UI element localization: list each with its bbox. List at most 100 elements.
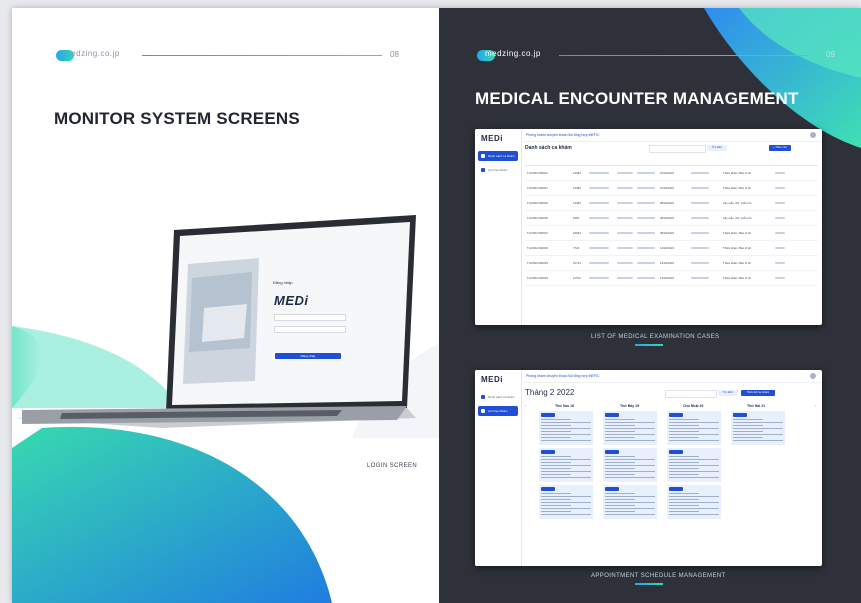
login-heading: Đăng nhập <box>273 280 293 285</box>
appointment-schedule-screenshot: MEDi Danh sách ca khám Lịch hẹn khám Phò… <box>475 370 822 566</box>
redacted-text <box>541 470 591 473</box>
appointment-card[interactable] <box>667 411 721 445</box>
login-button[interactable]: Đăng nhập <box>275 353 341 359</box>
redacted-text <box>541 504 571 507</box>
redacted-text <box>605 433 655 436</box>
sidebar-item-appointments[interactable]: Lịch hẹn khám <box>478 165 518 175</box>
prev-arrow-icon[interactable]: ‹ <box>525 403 526 408</box>
table-cell-code: 11794 <box>573 276 581 280</box>
table-cell-id: TH.0302.000024 <box>527 276 548 280</box>
redacted-text <box>605 455 635 458</box>
appointment-card[interactable] <box>539 484 593 519</box>
brochure-spread: medzing.co.jp 08 MONITOR SYSTEM SCREENS … <box>12 8 861 603</box>
redacted-text <box>541 492 571 495</box>
search-button[interactable]: Tìm kiếm <box>707 145 727 151</box>
add-case-button[interactable]: + Thêm mới <box>769 145 791 151</box>
redacted-text <box>733 433 783 436</box>
redacted-text <box>605 510 635 513</box>
appointment-card[interactable] <box>731 411 785 445</box>
table-row[interactable]: TH.0302.000031 13484 22/02/2022 Thăm khám: … <box>525 181 818 196</box>
list-icon <box>481 154 485 158</box>
table-cell-service: Thăm khám: Bác sĩ tới <box>723 261 752 265</box>
redacted-text <box>775 217 785 219</box>
sidebar-label: Danh sách ca khám <box>488 154 515 158</box>
table-row[interactable]: TH.0302.000020 1581 28/02/2022 Lấy mẫu, XN:… <box>525 211 818 226</box>
redacted-text <box>669 458 719 461</box>
redacted-text <box>589 202 609 204</box>
table-cell-date: 14/02/2022 <box>660 261 674 265</box>
redacted-text <box>605 473 635 476</box>
app-logo: MEDi <box>481 375 503 384</box>
appointment-card[interactable] <box>667 484 721 519</box>
status-badge <box>605 449 619 454</box>
appointment-card[interactable] <box>603 411 657 445</box>
sidebar-item-cases[interactable]: Danh sách ca khám <box>478 151 518 161</box>
sidebar-item-cases[interactable]: Danh sách ca khám <box>478 392 518 402</box>
table-cell-id: TH.0302.000031 <box>527 186 548 190</box>
username-field[interactable] <box>274 314 346 321</box>
redacted-text <box>589 247 609 249</box>
table-row[interactable]: TH.0302.000023 10724 14/02/2022 Thăm khám: … <box>525 256 818 271</box>
clinic-bar: Phòng khám chuyên khoa Nội tổng hợp MEFI… <box>521 129 822 142</box>
table-row[interactable]: TH.0302.000031 13484 22/02/2022 Thăm khám: … <box>525 166 818 181</box>
table-row[interactable]: TH.0302.000024 11794 14/02/2022 Thăm khám: … <box>525 271 818 286</box>
table-cell-date: 28/02/2022 <box>660 231 674 235</box>
redacted-text <box>691 187 709 189</box>
appointment-card[interactable] <box>667 447 721 482</box>
redacted-text <box>669 492 699 495</box>
redacted-text <box>669 504 699 507</box>
redacted-text <box>605 492 635 495</box>
redacted-text <box>691 172 709 174</box>
avatar[interactable] <box>810 132 816 138</box>
redacted-text <box>669 436 699 439</box>
status-badge <box>733 413 747 417</box>
login-logo: MEDi <box>274 293 309 308</box>
redacted-text <box>541 458 591 461</box>
table-cell-id: TH.0302.000020 <box>527 216 548 220</box>
avatar[interactable] <box>810 373 816 379</box>
sidebar-label: Danh sách ca khám <box>488 395 515 399</box>
redacted-text <box>637 202 655 204</box>
redacted-text <box>605 470 655 473</box>
day-column <box>539 411 593 522</box>
day-column <box>667 411 721 522</box>
list-icon <box>481 395 485 399</box>
table-row[interactable]: TH.0302.000026 7724 14/02/2022 Thăm khám: B… <box>525 241 818 256</box>
table-cell-id: TH.0302.000026 <box>527 246 548 250</box>
redacted-text <box>605 501 655 504</box>
add-appointment-button[interactable]: Thêm lịch hẹn khám <box>741 390 775 396</box>
password-field[interactable] <box>274 326 346 333</box>
day-column <box>731 411 785 448</box>
redacted-text <box>541 455 571 458</box>
search-button[interactable]: Tìm kiếm <box>718 390 738 396</box>
clinic-bar: Phòng khám chuyên khoa Nội tổng hợp MEFI… <box>521 370 822 383</box>
redacted-text <box>617 262 633 264</box>
left-page: medzing.co.jp 08 MONITOR SYSTEM SCREENS … <box>12 8 439 603</box>
redacted-text <box>775 277 785 279</box>
appointment-card[interactable] <box>603 484 657 519</box>
redacted-text <box>541 419 571 421</box>
right-page: medzing.co.jp 09 MEDICAL ENCOUNTER MANAG… <box>439 8 861 603</box>
table-cell-service: Lấy mẫu, XN: miễn phí <box>723 201 752 205</box>
appointment-card[interactable] <box>603 447 657 482</box>
redacted-text <box>605 467 635 470</box>
status-badge <box>541 449 555 454</box>
table-cell-code: 13484 <box>573 186 581 190</box>
search-input[interactable] <box>649 145 706 153</box>
redacted-text <box>669 467 699 470</box>
table-cell-code: 10724 <box>573 261 581 265</box>
redacted-text <box>541 430 571 433</box>
appointment-card[interactable] <box>539 411 593 445</box>
redacted-text <box>605 439 655 442</box>
cases-table: TH.0302.000031 13484 22/02/2022 Thăm khám: … <box>525 157 818 286</box>
search-input[interactable] <box>665 390 717 398</box>
sidebar-item-appointments[interactable]: Lịch hẹn khám <box>478 406 518 416</box>
appointment-card[interactable] <box>539 447 593 482</box>
next-arrow-icon[interactable]: › <box>815 403 816 408</box>
table-row[interactable]: TH.0302.000022 13484 28/02/2022 Lấy mẫu, XN… <box>525 196 818 211</box>
table-row[interactable]: TH.0302.000027 16994 28/02/2022 Thăm khám: … <box>525 226 818 241</box>
redacted-text <box>605 427 655 430</box>
status-badge <box>605 486 619 491</box>
redacted-text <box>605 476 655 479</box>
redacted-text <box>669 427 719 430</box>
